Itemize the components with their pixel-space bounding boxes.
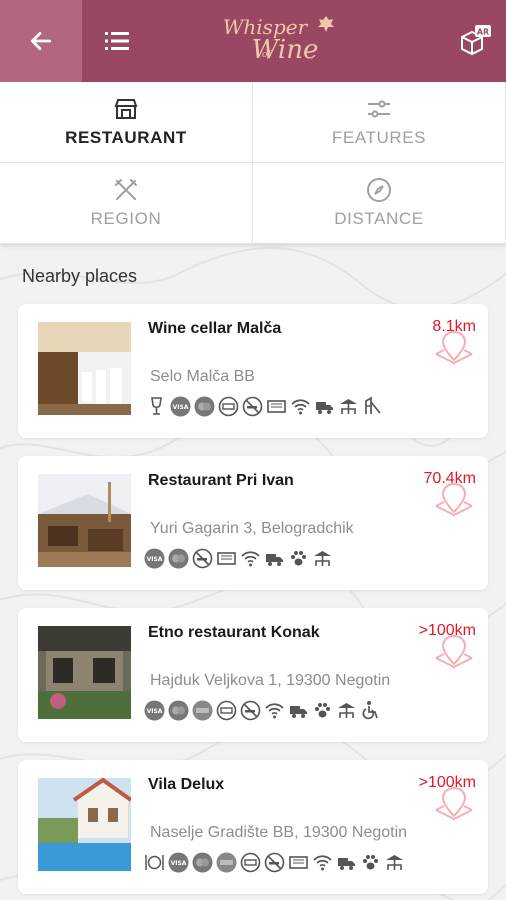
- filter-label: DISTANCE: [334, 209, 424, 228]
- map-pin-icon: [435, 786, 473, 820]
- svg-text:VISA: VISA: [147, 556, 163, 563]
- svg-text:VISA: VISA: [171, 860, 187, 867]
- visa-icon: VISA: [144, 700, 165, 721]
- logo-of: of: [262, 50, 271, 60]
- filter-features[interactable]: FEATURES: [253, 82, 506, 163]
- app-logo: Whisper of Wine: [200, 8, 340, 72]
- grape-leaf-icon: [318, 16, 334, 32]
- visa-icon: VISA: [168, 852, 189, 873]
- amex-icon: [216, 852, 237, 873]
- map-pin-icon: [435, 330, 473, 364]
- wifi-icon: [240, 548, 261, 569]
- amenities-row: VISA: [144, 852, 405, 873]
- tv-icon: [288, 852, 309, 873]
- place-card[interactable]: Restaurant Pri Ivan 70.4km Yuri Gagarin …: [18, 456, 488, 590]
- wifi-icon: [264, 700, 285, 721]
- place-photo: [38, 778, 131, 871]
- ar-button[interactable]: AR: [458, 24, 492, 58]
- delivery-icon: [288, 700, 309, 721]
- place-name: Wine cellar Malča: [148, 320, 282, 337]
- list-menu-icon: [105, 32, 129, 50]
- svg-text:VISA: VISA: [147, 708, 163, 715]
- place-name: Vila Delux: [148, 776, 225, 793]
- arrow-left-icon: [30, 32, 52, 50]
- terrace-icon: [338, 396, 359, 417]
- mastercard-icon: [168, 548, 189, 569]
- cutlery-icon: [115, 179, 137, 200]
- no-cards-icon: [218, 396, 239, 417]
- mastercard-icon: [194, 396, 215, 417]
- mastercard-icon: [168, 700, 189, 721]
- delivery-icon: [336, 852, 357, 873]
- place-address: Hajduk Veljkova 1, 19300 Negotin: [150, 672, 391, 689]
- place-photo: [38, 626, 131, 719]
- amenities-row: VISA: [146, 396, 383, 417]
- place-name: Etno restaurant Konak: [148, 624, 320, 641]
- tv-icon: [266, 396, 287, 417]
- amenities-row: VISA: [144, 700, 381, 721]
- playground-icon: [362, 396, 383, 417]
- pets-icon: [312, 700, 333, 721]
- delivery-icon: [264, 548, 285, 569]
- compass-icon: [367, 178, 391, 202]
- wifi-icon: [312, 852, 333, 873]
- amex-icon: [192, 700, 213, 721]
- tv-icon: [216, 548, 237, 569]
- svg-text:VISA: VISA: [173, 404, 189, 411]
- no-cards-icon: [240, 852, 261, 873]
- restaurant-icon: [144, 852, 165, 873]
- pets-icon: [360, 852, 381, 873]
- filter-region[interactable]: REGION: [0, 163, 253, 244]
- no-smoking-icon: [264, 852, 285, 873]
- terrace-icon: [336, 700, 357, 721]
- store-icon: [114, 99, 138, 119]
- place-card[interactable]: Vila Delux >100km Naselje Gradište BB, 1…: [18, 760, 488, 894]
- filter-label: RESTAURANT: [65, 128, 187, 147]
- no-smoking-icon: [242, 396, 263, 417]
- sliders-icon: [368, 100, 390, 118]
- place-card[interactable]: Etno restaurant Konak >100km Hajduk Velj…: [18, 608, 488, 742]
- visa-icon: VISA: [144, 548, 165, 569]
- wifi-icon: [290, 396, 311, 417]
- delivery-icon: [314, 396, 335, 417]
- ar-cube-icon: AR: [461, 25, 491, 56]
- place-photo: [38, 322, 131, 415]
- top-app-bar: Whisper of Wine AR: [0, 0, 506, 82]
- section-title: Nearby places: [22, 266, 138, 286]
- map-pin-icon: [435, 482, 473, 516]
- ar-badge-text: AR: [477, 28, 489, 37]
- menu-button[interactable]: [82, 0, 152, 82]
- terrace-icon: [312, 548, 333, 569]
- no-cards-icon: [216, 700, 237, 721]
- place-card[interactable]: Wine cellar Malča 8.1km Selo Malča BB VI…: [18, 304, 488, 438]
- mastercard-icon: [192, 852, 213, 873]
- place-address: Selo Malča BB: [150, 368, 255, 385]
- filter-grid: RESTAURANT FEATURES REGION DISTANCE: [0, 82, 506, 244]
- no-smoking-icon: [192, 548, 213, 569]
- map-pin-icon: [435, 634, 473, 668]
- place-photo: [38, 474, 131, 567]
- filter-distance[interactable]: DISTANCE: [253, 163, 506, 244]
- back-button[interactable]: [0, 0, 82, 82]
- visa-icon: VISA: [170, 396, 191, 417]
- amenities-row: VISA: [144, 548, 333, 569]
- logo-line-1: Whisper: [222, 15, 308, 39]
- no-smoking-icon: [240, 700, 261, 721]
- wine-glass-icon: [146, 396, 167, 417]
- place-address: Naselje Gradište BB, 19300 Negotin: [150, 824, 408, 841]
- place-address: Yuri Gagarin 3, Belogradchik: [150, 520, 354, 537]
- filter-restaurant[interactable]: RESTAURANT: [0, 82, 253, 163]
- pets-icon: [288, 548, 309, 569]
- place-name: Restaurant Pri Ivan: [148, 472, 294, 489]
- filter-label: FEATURES: [331, 128, 427, 147]
- filter-label: REGION: [90, 209, 162, 228]
- wheelchair-icon: [360, 700, 381, 721]
- terrace-icon: [384, 852, 405, 873]
